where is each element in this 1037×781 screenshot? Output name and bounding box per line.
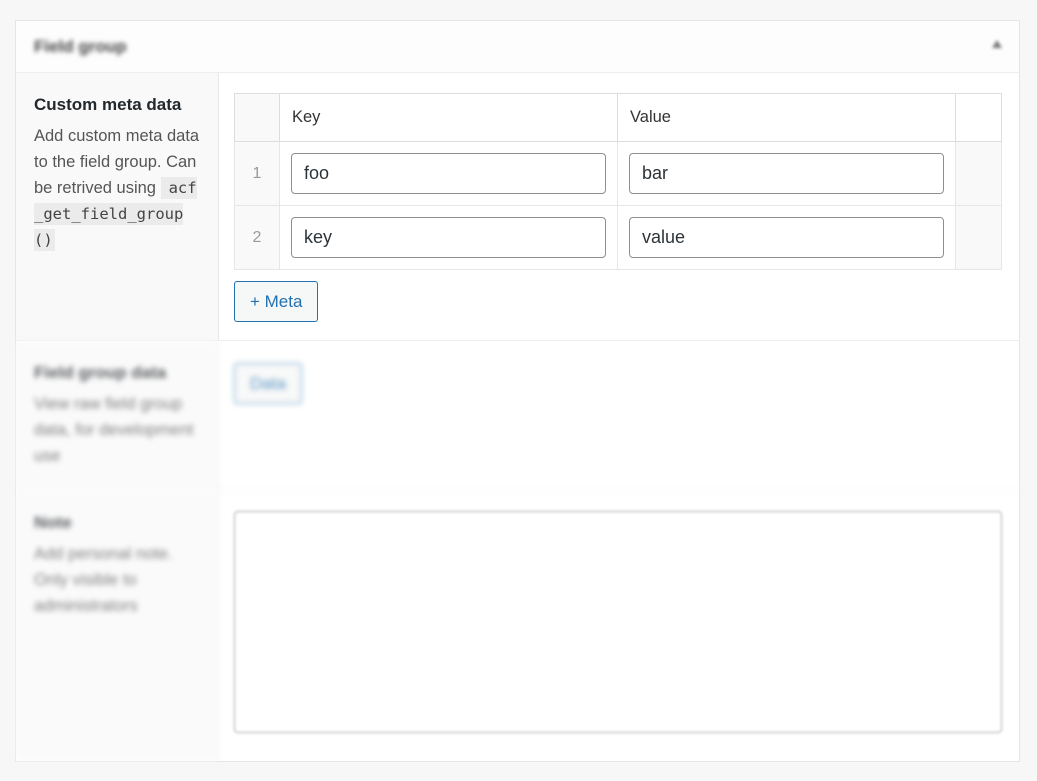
row-number[interactable]: 1 <box>234 141 280 206</box>
field-group-data-content: Data <box>219 341 1019 490</box>
key-input[interactable] <box>291 153 606 194</box>
field-group-data-label: Field group data <box>34 363 167 382</box>
field-group-panel: Field group Custom meta data Add custom … <box>15 20 1020 762</box>
custom-meta-content: Key Value 1 foo bar 2 key value + Meta <box>219 73 1019 340</box>
meta-table-header: Key Value <box>234 93 1002 142</box>
table-row: 2 <box>234 205 1002 270</box>
key-cell <box>279 205 618 270</box>
note-label: Note <box>34 513 72 532</box>
table-row: 1 <box>234 141 1002 206</box>
field-group-data-row: Field group data View raw field group da… <box>16 341 1019 491</box>
value-cell <box>617 141 956 206</box>
field-group-data-label-col: Field group data View raw field group da… <box>16 341 219 490</box>
value-input[interactable] <box>629 217 944 258</box>
row-actions[interactable] <box>955 205 1002 270</box>
note-description: Add personal note. Only visible to admin… <box>34 545 173 615</box>
note-label-col: Note Add personal note. Only visible to … <box>16 491 219 761</box>
key-input[interactable] <box>291 217 606 258</box>
custom-meta-label: Custom meta data <box>34 95 182 114</box>
custom-meta-label-col: Custom meta data Add custom meta data to… <box>16 73 219 340</box>
value-cell <box>617 205 956 270</box>
row-actions[interactable] <box>955 141 1002 206</box>
custom-meta-row: Custom meta data Add custom meta data to… <box>16 73 1019 341</box>
note-content <box>219 491 1019 761</box>
note-row: Note Add personal note. Only visible to … <box>16 491 1019 761</box>
note-textarea[interactable] <box>234 511 1002 733</box>
value-column-header: Value <box>617 93 956 142</box>
actions-column-header <box>955 93 1002 142</box>
panel-header[interactable]: Field group <box>16 21 1019 73</box>
field-group-data-description: View raw field group data, for developme… <box>34 395 194 465</box>
panel-title: Field group <box>34 36 127 56</box>
add-meta-button[interactable]: + Meta <box>234 281 319 322</box>
row-number[interactable]: 2 <box>234 205 280 270</box>
row-number-header <box>234 93 280 142</box>
data-button[interactable]: Data <box>234 363 302 404</box>
custom-meta-description: Add custom meta data to the field group.… <box>34 123 200 253</box>
key-column-header: Key <box>279 93 618 142</box>
key-cell <box>279 141 618 206</box>
collapse-arrow-icon[interactable] <box>991 39 1003 49</box>
meta-table: Key Value 1 foo bar 2 key value <box>234 93 1002 270</box>
value-input[interactable] <box>629 153 944 194</box>
